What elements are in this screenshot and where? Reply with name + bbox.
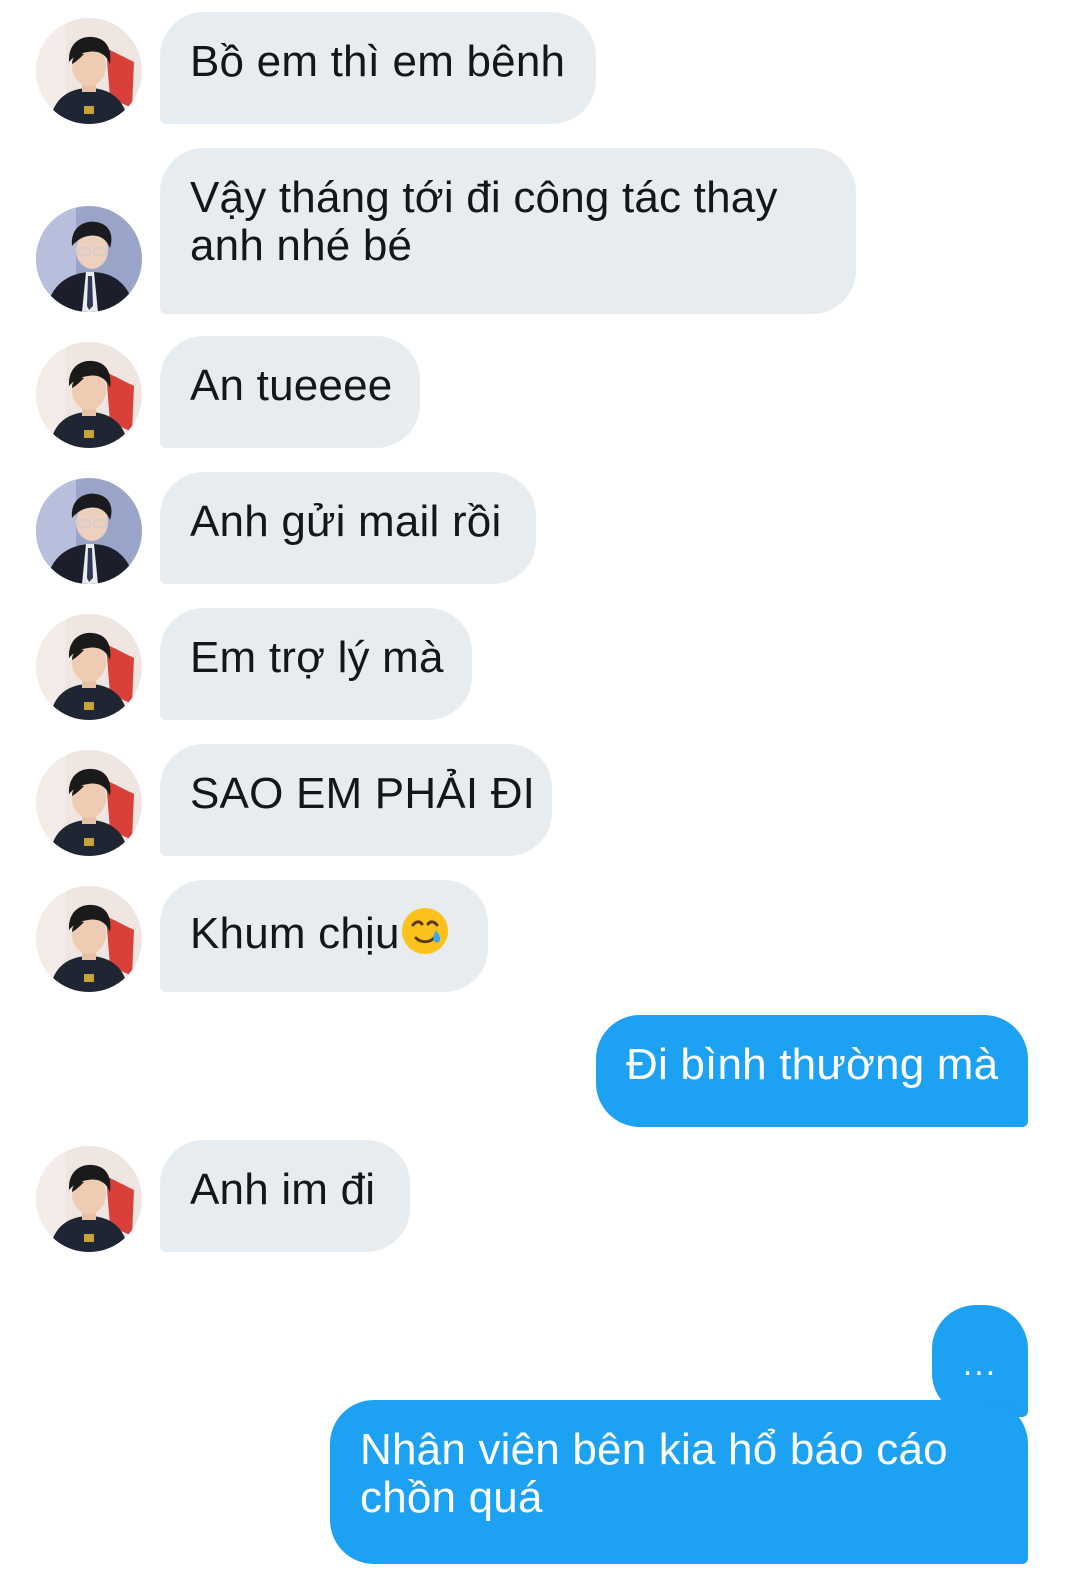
message-bubble-incoming[interactable]: Vậy tháng tới đi công tác thay anh nhé b… bbox=[160, 148, 856, 314]
message-bubble-incoming[interactable]: Em trợ lý mà bbox=[160, 608, 472, 720]
avatar[interactable] bbox=[36, 18, 142, 124]
message-bubble-incoming[interactable]: Bồ em thì em bênh bbox=[160, 12, 596, 124]
avatar-boy-hoodie-icon bbox=[36, 750, 142, 856]
message-bubble-incoming[interactable]: Khum chịu bbox=[160, 880, 488, 992]
avatar[interactable] bbox=[36, 1146, 142, 1252]
message-bubble-outgoing[interactable]: Đi bình thường mà bbox=[596, 1015, 1028, 1127]
message-bubble-outgoing[interactable]: Nhân viên bên kia hổ báo cáo chồn quá bbox=[330, 1400, 1028, 1564]
message-text: ... bbox=[962, 1345, 998, 1383]
avatar-boy-hoodie-icon bbox=[36, 614, 142, 720]
avatar[interactable] bbox=[36, 478, 142, 584]
message-bubble-incoming[interactable]: SAO EM PHẢI ĐI bbox=[160, 744, 552, 856]
avatar[interactable] bbox=[36, 614, 142, 720]
avatar-boy-hoodie-icon bbox=[36, 342, 142, 448]
message-text: Vậy tháng tới đi công tác thay anh nhé b… bbox=[190, 173, 778, 270]
avatar-boy-hoodie-icon bbox=[36, 18, 142, 124]
avatar[interactable] bbox=[36, 886, 142, 992]
message-bubble-incoming[interactable]: Anh im đi bbox=[160, 1140, 410, 1252]
message-text: Bồ em thì em bênh bbox=[190, 37, 566, 86]
message-text: Khum chịu bbox=[190, 909, 400, 958]
message-text: Anh gửi mail rồi bbox=[190, 497, 502, 546]
avatar-boy-hoodie-icon bbox=[36, 886, 142, 992]
avatar[interactable] bbox=[36, 206, 142, 312]
smiling-face-with-tear-emoji-icon bbox=[401, 908, 448, 954]
message-text: Nhân viên bên kia hổ báo cáo chồn quá bbox=[360, 1425, 948, 1522]
avatar-man-suit-icon bbox=[36, 206, 142, 312]
message-text: Đi bình thường mà bbox=[626, 1040, 999, 1089]
message-bubble-incoming[interactable]: An tueeee bbox=[160, 336, 420, 448]
chat-thread: Bồ em thì em bênh Vậy tháng tới đi công … bbox=[0, 0, 1080, 1594]
message-text: Anh im đi bbox=[190, 1165, 376, 1214]
avatar-man-suit-icon bbox=[36, 478, 142, 584]
avatar-boy-hoodie-icon bbox=[36, 1146, 142, 1252]
message-text: Em trợ lý mà bbox=[190, 633, 444, 682]
message-bubble-incoming[interactable]: Anh gửi mail rồi bbox=[160, 472, 536, 584]
message-text: SAO EM PHẢI ĐI bbox=[190, 769, 536, 818]
avatar[interactable] bbox=[36, 750, 142, 856]
avatar[interactable] bbox=[36, 342, 142, 448]
message-text: An tueeee bbox=[190, 361, 393, 410]
